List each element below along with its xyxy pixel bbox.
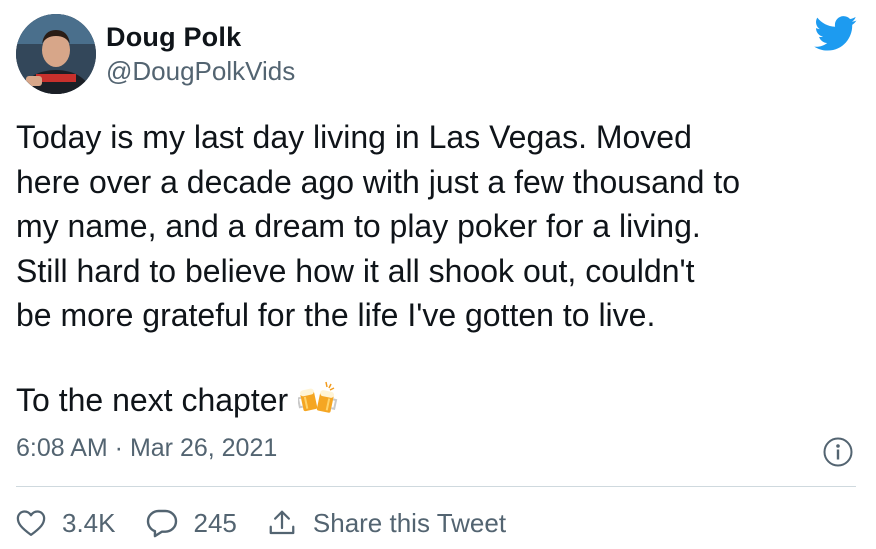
heart-icon [16, 510, 46, 536]
author-handle[interactable]: @DougPolkVids [106, 56, 295, 87]
divider [16, 486, 856, 487]
tweet-header: Doug Polk @DougPolkVids [16, 14, 860, 94]
tweet-timestamp[interactable]: 6:08 AM · Mar 26, 2021 [16, 434, 277, 463]
tweet-actions: 3.4K 245 Share this Tweet [16, 505, 506, 541]
author-name[interactable]: Doug Polk [106, 22, 241, 53]
tweet-text: Today is my last day living in Las Vegas… [16, 119, 741, 333]
twitter-bird-icon[interactable] [814, 16, 858, 52]
reply-count: 245 [193, 507, 237, 538]
reply-button[interactable]: 245 [146, 508, 237, 539]
reply-bubble-icon [146, 509, 177, 538]
like-button[interactable]: 3.4K [16, 508, 116, 539]
info-icon[interactable] [822, 436, 854, 468]
beer-mugs-emoji [298, 381, 338, 413]
avatar[interactable] [16, 14, 96, 94]
like-count: 3.4K [62, 507, 116, 538]
share-icon [269, 510, 295, 535]
tweet-closing-line: To the next chapter [16, 378, 338, 422]
tweet-closing-text: To the next chapter [16, 382, 289, 418]
tweet-card: Doug Polk @DougPolkVids Today is my last… [0, 0, 876, 549]
share-tweet-button[interactable]: Share this Tweet [267, 508, 506, 539]
share-label: Share this Tweet [312, 507, 507, 538]
avatar-image [16, 14, 96, 94]
